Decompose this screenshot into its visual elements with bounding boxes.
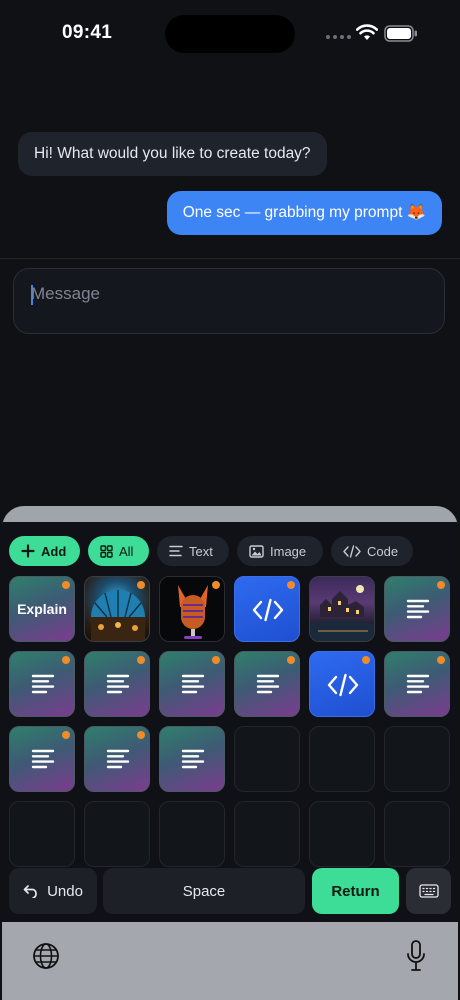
dynamic-island	[165, 15, 295, 53]
new-badge-dot	[362, 656, 370, 664]
return-label: Return	[331, 882, 380, 900]
new-badge-dot	[62, 656, 70, 664]
filter-text-label: Text	[189, 543, 213, 559]
message-input[interactable]: Message	[13, 268, 445, 334]
text-lines-icon	[31, 749, 55, 769]
text-lines-icon	[406, 599, 430, 619]
prompt-tile-text[interactable]	[234, 651, 300, 717]
filter-code[interactable]: Code	[331, 536, 413, 566]
filter-text[interactable]: Text	[157, 536, 229, 566]
empty-prompt-slot	[384, 726, 450, 792]
prompt-tile-text[interactable]	[159, 726, 225, 792]
space-label: Space	[182, 882, 226, 900]
text-lines-icon	[31, 674, 55, 694]
empty-prompt-slot	[234, 801, 300, 867]
status-bar: 09:41	[0, 0, 460, 70]
text-lines-icon	[106, 674, 130, 694]
empty-prompt-slot	[384, 801, 450, 867]
new-badge-dot	[137, 581, 145, 589]
prompt-tile-image[interactable]	[309, 576, 375, 642]
code-icon	[343, 544, 361, 558]
empty-prompt-slot	[234, 726, 300, 792]
text-lines-icon	[406, 674, 430, 694]
prompt-tile-text[interactable]	[384, 576, 450, 642]
empty-prompt-slot	[159, 801, 225, 867]
globe-icon[interactable]	[32, 942, 60, 970]
night-castle-thumbnail	[310, 585, 374, 641]
new-badge-dot	[62, 731, 70, 739]
user-message-bubble: One sec — grabbing my prompt 🦊	[166, 191, 442, 235]
keyboard-footer	[2, 922, 458, 1000]
space-key[interactable]: Space	[103, 868, 305, 914]
empty-prompt-slot	[84, 801, 150, 867]
filter-code-label: Code	[367, 543, 399, 559]
image-icon	[249, 544, 264, 558]
filter-image[interactable]: Image	[237, 536, 323, 566]
new-badge-dot	[287, 656, 295, 664]
grid-icon	[100, 544, 113, 558]
prompt-tile-text[interactable]	[84, 651, 150, 717]
prompt-tile-explain[interactable]: Explain	[9, 576, 75, 642]
empty-prompt-slot	[9, 801, 75, 867]
prompt-tile-text[interactable]	[384, 651, 450, 717]
assistant-message-bubble: Hi! What would you like to create today?	[18, 132, 327, 176]
new-badge-dot	[62, 581, 70, 589]
keyboard-icon	[418, 884, 439, 898]
text-lines-icon	[106, 749, 130, 769]
prompt-tile-code[interactable]	[309, 651, 375, 717]
new-badge-dot	[212, 581, 220, 589]
undo-label: Undo	[47, 882, 83, 900]
undo-icon	[23, 885, 37, 898]
text-lines-icon	[169, 545, 183, 557]
microphone-icon[interactable]	[406, 940, 426, 972]
filter-all-label: All	[119, 543, 134, 559]
prompt-tile-text[interactable]	[9, 726, 75, 792]
prompt-tile-text[interactable]	[159, 651, 225, 717]
cellular-signal-icon	[326, 31, 352, 39]
new-badge-dot	[137, 731, 145, 739]
return-key[interactable]: Return	[312, 868, 399, 914]
text-lines-icon	[181, 674, 205, 694]
prompt-tile-text[interactable]	[84, 726, 150, 792]
battery-icon	[384, 25, 417, 42]
text-lines-icon	[181, 749, 205, 769]
new-badge-dot	[437, 656, 445, 664]
prompt-tile-image[interactable]	[84, 576, 150, 642]
add-label: Add	[41, 543, 67, 559]
empty-prompt-slot	[309, 726, 375, 792]
plus-icon	[21, 544, 35, 558]
new-badge-dot	[212, 656, 220, 664]
prompt-keyboard: Add All Text Image Code Explain Undo Spa…	[2, 506, 458, 1000]
message-placeholder: Message	[31, 284, 100, 303]
empty-prompt-slot	[309, 801, 375, 867]
filter-image-label: Image	[270, 543, 307, 559]
prompt-tile-image[interactable]	[159, 576, 225, 642]
chat-thread: Hi! What would you like to create today?…	[0, 70, 460, 260]
wifi-icon	[356, 24, 378, 40]
prompt-tile-text[interactable]	[9, 651, 75, 717]
keyboard-switch-button[interactable]	[406, 868, 451, 914]
undo-button[interactable]: Undo	[9, 868, 97, 914]
divider	[0, 258, 460, 259]
new-badge-dot	[137, 656, 145, 664]
code-icon	[252, 598, 284, 622]
code-icon	[327, 673, 359, 697]
new-badge-dot	[287, 581, 295, 589]
new-badge-dot	[437, 581, 445, 589]
text-lines-icon	[256, 674, 280, 694]
add-button[interactable]: Add	[9, 536, 80, 566]
filter-all[interactable]: All	[88, 536, 149, 566]
prompt-tile-code[interactable]	[234, 576, 300, 642]
status-time: 09:41	[62, 22, 113, 43]
